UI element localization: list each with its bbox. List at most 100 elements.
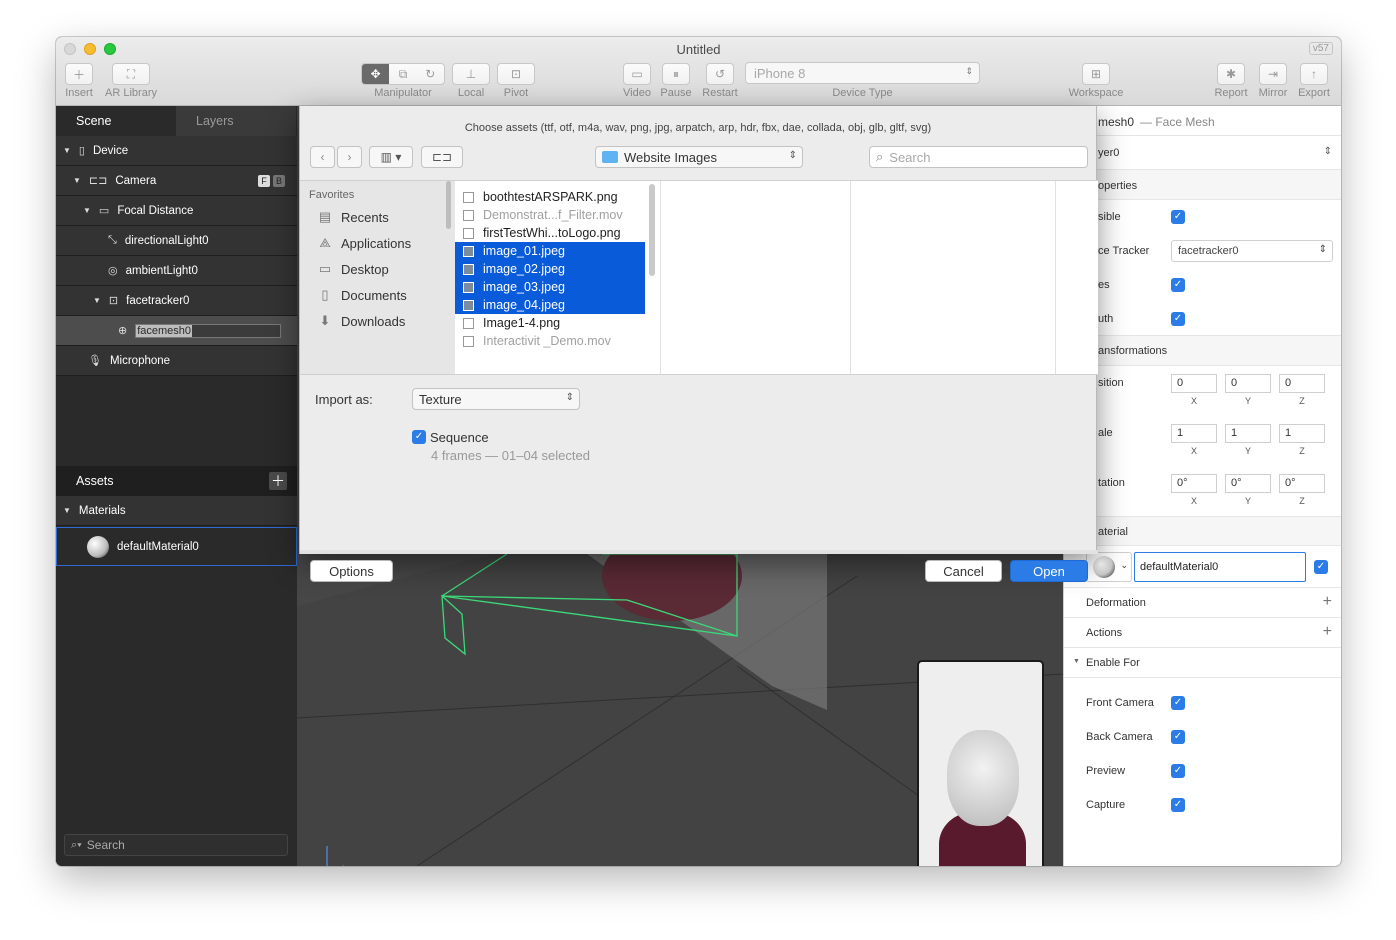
mirror-button[interactable]: ⇥ (1259, 63, 1287, 85)
layer-select[interactable]: yer0 ⇕ (1064, 136, 1341, 170)
scale-y-field[interactable]: 1 (1225, 424, 1271, 443)
add-action-button[interactable]: + (1323, 623, 1332, 641)
rotation-x-field[interactable]: 0° (1171, 474, 1217, 493)
mouth-checkbox[interactable]: ✓ (1171, 312, 1185, 326)
rotate-icon[interactable]: ↻ (417, 67, 444, 81)
restart-button[interactable]: ↺ (706, 63, 734, 85)
location-select[interactable]: Website Images ⇕ (595, 146, 803, 168)
position-y-field[interactable]: 0 (1225, 374, 1271, 393)
new-folder-button[interactable]: ⊏⊐ (421, 146, 463, 168)
video-button[interactable]: ▭ (623, 63, 651, 85)
disclosure-down-icon[interactable]: ▼ (63, 506, 71, 515)
file-list-scrollbar[interactable] (649, 184, 655, 276)
view-mode-button[interactable]: ▥ ▾ (369, 146, 413, 168)
rename-field[interactable]: facemesh0 (135, 323, 282, 338)
file-item[interactable]: boothtestARSPARK.png (455, 188, 645, 206)
cancel-button[interactable]: Cancel (925, 560, 1002, 582)
favorite-applications[interactable]: ⟁ Applications (316, 235, 411, 251)
move-icon[interactable]: ✥ (362, 64, 390, 84)
tree-item-device[interactable]: ▼ ▯ Device (56, 136, 297, 166)
tree-item-facetracker[interactable]: ▼ ⊡ facetracker0 (56, 286, 297, 316)
open-file-dialog: Choose assets (ttf, otf, m4a, wav, png, … (299, 106, 1098, 582)
pause-button[interactable]: ⏸ (662, 63, 690, 85)
export-button[interactable]: ↑ (1300, 63, 1328, 85)
options-button[interactable]: Options (310, 560, 393, 582)
favorite-downloads[interactable]: ⬇ Downloads (316, 313, 406, 329)
materials-group[interactable]: ▼ Materials (56, 496, 297, 526)
add-asset-button[interactable]: ＋ (269, 472, 287, 490)
file-item[interactable]: firstTestWhi...toLogo.png (455, 224, 645, 242)
face-tracker-label: ce Tracker (1098, 245, 1150, 257)
file-item-selected[interactable]: image_01.jpeg (455, 242, 645, 260)
favorite-desktop[interactable]: ▭ Desktop (316, 261, 389, 277)
disclosure-down-icon[interactable]: ▼ (93, 296, 101, 305)
tab-layers[interactable]: Layers (176, 106, 296, 136)
preview-checkbox[interactable]: ✓ (1171, 764, 1185, 778)
sequence-checkbox[interactable]: ✓ (412, 430, 426, 444)
file-item-selected[interactable]: image_04.jpeg (455, 296, 645, 314)
rotation-y-field[interactable]: 0° (1225, 474, 1271, 493)
sequence-label: Sequence (430, 430, 489, 445)
scale-x-field[interactable]: 1 (1171, 424, 1217, 443)
scale-icon[interactable]: ⧉ (389, 67, 416, 82)
report-button[interactable]: ✱ (1217, 63, 1245, 85)
downloads-icon: ⬇ (319, 313, 331, 328)
pivot-button[interactable]: ⊡ (497, 63, 535, 85)
manipulator-segmented[interactable]: ✥ ⧉ ↻ (361, 63, 445, 85)
tab-scene[interactable]: Scene (56, 106, 176, 136)
scale-label: ale (1098, 427, 1113, 439)
disclosure-down-icon[interactable]: ▼ (63, 146, 71, 155)
position-x-field[interactable]: 0 (1171, 374, 1217, 393)
tree-item-focal-distance[interactable]: ▼ ▭ Focal Distance (56, 196, 297, 226)
inspector-header: mesh0 — Face Mesh (1064, 106, 1341, 136)
front-camera-badge[interactable]: F (258, 174, 270, 187)
tree-item-directional-light[interactable]: ⤡ directionalLight0 (56, 226, 297, 256)
face-tracker-select[interactable]: facetracker0 ⇕ (1171, 240, 1333, 262)
axis-y-label: Y (1244, 396, 1251, 406)
eyes-checkbox[interactable]: ✓ (1171, 278, 1185, 292)
device-type-select[interactable]: iPhone 8 ⇕ (745, 62, 980, 84)
workspace-button[interactable]: ⊞ (1082, 63, 1110, 85)
open-button[interactable]: Open (1010, 560, 1088, 582)
import-as-select[interactable]: Texture ⇕ (412, 388, 580, 410)
column-divider[interactable] (1055, 181, 1056, 374)
enable-for-header[interactable]: ▼ Enable For (1064, 648, 1341, 678)
capture-checkbox[interactable]: ✓ (1171, 798, 1185, 812)
rotation-z-field[interactable]: 0° (1279, 474, 1325, 493)
front-camera-checkbox[interactable]: ✓ (1171, 696, 1185, 710)
scene-search-field[interactable]: ⌕▾ Search (64, 834, 288, 856)
material-item-default[interactable]: defaultMaterial0 (56, 527, 297, 566)
visible-checkbox[interactable]: ✓ (1171, 210, 1185, 224)
back-button[interactable]: ‹ (310, 146, 335, 168)
file-item[interactable]: Image1-4.png (455, 314, 645, 332)
new-folder-icon: ⊏⊐ (431, 150, 453, 164)
tree-item-camera[interactable]: ▼ ⊏⊐ Camera F B (56, 166, 297, 196)
back-camera-checkbox[interactable]: ✓ (1171, 730, 1185, 744)
forward-button[interactable]: › (337, 146, 362, 168)
dialog-search-field[interactable]: ⌕ Search (869, 146, 1088, 168)
file-item-selected[interactable]: image_03.jpeg (455, 278, 645, 296)
add-deformation-button[interactable]: + (1323, 593, 1332, 611)
tree-item-microphone[interactable]: 🎙 Microphone (56, 346, 297, 376)
material-name-field[interactable]: defaultMaterial0 (1134, 552, 1306, 582)
scale-z-field[interactable]: 1 (1279, 424, 1325, 443)
disclosure-down-icon[interactable]: ▼ (1073, 658, 1080, 665)
ar-library-button[interactable]: ⛶ (112, 63, 150, 85)
tree-item-facemesh[interactable]: ⊕ facemesh0 (56, 316, 297, 346)
visible-label: sible (1098, 211, 1121, 223)
favorite-recents[interactable]: ▤ Recents (316, 209, 389, 225)
position-z-field[interactable]: 0 (1279, 374, 1325, 393)
insert-button[interactable]: ＋ (65, 63, 93, 85)
sidebar-scrollbar[interactable] (446, 181, 451, 229)
column-divider[interactable] (850, 181, 851, 374)
disclosure-down-icon[interactable]: ▼ (73, 176, 81, 185)
local-button[interactable]: ⊥ (452, 63, 490, 85)
material-checkbox[interactable]: ✓ (1314, 560, 1328, 574)
material-picker[interactable]: ⌄ (1086, 552, 1132, 582)
column-divider[interactable] (660, 181, 661, 374)
back-camera-badge[interactable]: B (273, 174, 285, 187)
file-item-selected[interactable]: image_02.jpeg (455, 260, 645, 278)
favorite-documents[interactable]: ▯ Documents (316, 287, 406, 303)
tree-item-ambient-light[interactable]: ◎ ambientLight0 (56, 256, 297, 286)
disclosure-down-icon[interactable]: ▼ (83, 206, 91, 215)
